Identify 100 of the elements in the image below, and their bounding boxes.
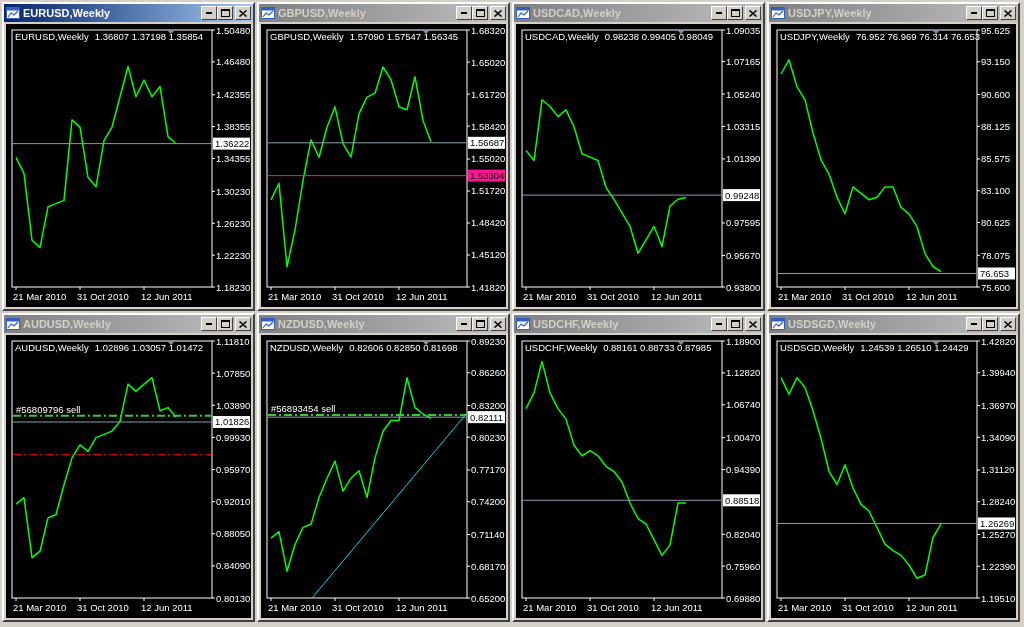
- price-tag: 1.26269: [978, 517, 1015, 530]
- minimize-button[interactable]: [966, 317, 982, 331]
- chart-window-icon: [516, 6, 530, 20]
- price-axis-label: 90.600: [976, 89, 1011, 100]
- maximize-button[interactable]: [217, 6, 233, 20]
- price-axis-label: 1.61720: [466, 88, 506, 100]
- time-axis-label: 12 Jun 2011: [141, 286, 193, 302]
- chart-symbol-label: USDJPY,Weekly: [780, 32, 850, 42]
- price-axis-label: 1.31120: [976, 464, 1015, 476]
- time-axis-label: 12 Jun 2011: [906, 597, 958, 613]
- ref-line-label: 76.653: [980, 267, 1010, 279]
- price-axis-label: 1.26230: [211, 217, 251, 229]
- close-button[interactable]: [745, 6, 761, 20]
- maximize-button[interactable]: [982, 6, 998, 20]
- minimize-button[interactable]: [966, 6, 982, 20]
- minimize-button[interactable]: [456, 6, 472, 20]
- price-axis-label: 1.34090: [976, 431, 1016, 443]
- chart-symbol-label: GBPUSD,Weekly: [270, 32, 344, 42]
- window-title: GBPUSD,Weekly: [278, 7, 366, 19]
- maximize-icon: [985, 320, 995, 328]
- price-axis-label: 1.07165: [721, 56, 761, 68]
- maximize-button[interactable]: [727, 6, 743, 20]
- minimize-icon: [206, 12, 212, 14]
- price-axis-label: 0.95970: [211, 464, 251, 475]
- window-title: EURUSD,Weekly: [23, 7, 111, 19]
- price-axis-label: 1.03890: [211, 399, 251, 411]
- price-axis-label: 1.51720: [466, 185, 506, 197]
- minimize-button[interactable]: [711, 317, 727, 331]
- window-title: USDCAD,Weekly: [533, 7, 621, 19]
- price-axis-label: 1.39940: [976, 367, 1016, 379]
- close-button[interactable]: [235, 6, 251, 20]
- chart-symbol-label: USDCAD,Weekly: [525, 32, 599, 42]
- shift-marker-icon: [167, 30, 175, 34]
- price-axis-label: 0.93800: [721, 281, 761, 293]
- close-button[interactable]: [235, 317, 251, 331]
- ohlc-quote: 0.88161 0.88733 0.87985: [603, 343, 712, 353]
- time-axis-label: 21 Mar 2010: [778, 286, 832, 302]
- y-tick-label: 90.600: [981, 88, 1011, 100]
- window-title: USDCHF,Weekly: [533, 318, 619, 330]
- time-axis-label: 31 Oct 2010: [332, 597, 384, 613]
- price-axis-label: 1.01390: [721, 153, 761, 165]
- price-axis-label: 1.11810: [211, 335, 250, 347]
- ohlc-quote: 0.82606 0.82850 0.81698: [349, 343, 458, 353]
- shift-marker-icon: [677, 341, 685, 345]
- price-axis-label: 1.19510: [976, 592, 1016, 604]
- time-axis-label: 12 Jun 2011: [906, 286, 958, 302]
- minimize-icon: [206, 323, 212, 325]
- chart-symbol-label: AUDUSD,Weekly: [15, 343, 89, 353]
- chart-symbol-label: EURUSD,Weekly: [15, 32, 89, 42]
- minimize-icon: [716, 12, 722, 14]
- close-button[interactable]: [1000, 317, 1016, 331]
- minimize-button[interactable]: [711, 6, 727, 20]
- price-axis-label: 0.86260: [466, 367, 506, 379]
- price-tag: 76.653: [978, 267, 1015, 280]
- price-axis-label: 83.100: [976, 185, 1011, 197]
- price-axis-label: 1.68320: [466, 24, 506, 36]
- y-tick-label: 1.03315: [726, 120, 761, 132]
- close-icon: [749, 320, 757, 328]
- window-title: NZDUSD,Weekly: [278, 318, 365, 330]
- close-icon: [239, 9, 247, 17]
- maximize-button[interactable]: [727, 317, 743, 331]
- price-axis-label: 0.75960: [721, 560, 761, 572]
- maximize-button[interactable]: [472, 317, 488, 331]
- time-axis-label: 21 Mar 2010: [523, 597, 577, 613]
- close-button[interactable]: [745, 317, 761, 331]
- chart-symbol-label: USDCHF,Weekly: [525, 343, 598, 353]
- price-axis-label: 93.150: [976, 56, 1011, 68]
- price-axis-label: 75.600: [976, 281, 1011, 293]
- maximize-button[interactable]: [472, 6, 488, 20]
- window-title: USDJPY,Weekly: [788, 7, 872, 19]
- price-axis-label: 1.42820: [976, 335, 1016, 347]
- price-axis-label: 85.575: [976, 153, 1011, 165]
- close-button[interactable]: [1000, 6, 1016, 20]
- minimize-button[interactable]: [201, 6, 217, 20]
- shift-marker-icon: [932, 30, 940, 34]
- minimize-icon: [461, 323, 467, 325]
- close-button[interactable]: [490, 6, 506, 20]
- ohlc-quote: 1.02896 1.03057 1.01472: [94, 343, 204, 353]
- time-axis-label: 31 Oct 2010: [842, 286, 894, 302]
- close-icon: [494, 320, 502, 328]
- maximize-button[interactable]: [217, 317, 233, 331]
- maximize-icon: [985, 9, 995, 17]
- maximize-button[interactable]: [982, 317, 998, 331]
- price-axis-label: 80.625: [976, 217, 1011, 228]
- time-axis-label: 31 Oct 2010: [587, 597, 639, 613]
- minimize-button[interactable]: [456, 317, 472, 331]
- maximize-icon: [730, 320, 740, 328]
- chart-symbol-label: USDSGD,Weekly: [780, 343, 855, 353]
- time-axis-label: 21 Mar 2010: [13, 597, 67, 613]
- time-axis-label: 21 Mar 2010: [268, 286, 322, 302]
- price-axis-label: 0.88050: [211, 528, 251, 540]
- price-axis-label: 1.48420: [466, 217, 506, 229]
- ohlc-quote: 1.24539 1.26510 1.24429: [860, 343, 969, 353]
- maximize-icon: [475, 320, 485, 328]
- price-axis-label: 88.125: [976, 120, 1011, 132]
- price-axis-label: 1.05240: [721, 88, 761, 100]
- minimize-button[interactable]: [201, 317, 217, 331]
- shift-marker-icon: [167, 341, 175, 345]
- shift-marker-icon: [932, 341, 940, 345]
- close-button[interactable]: [490, 317, 506, 331]
